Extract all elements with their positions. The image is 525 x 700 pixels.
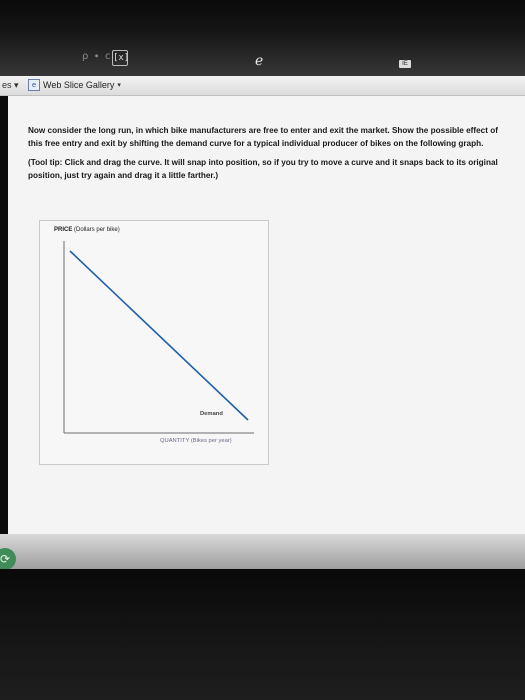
web-slice-gallery-link[interactable]: e Web Slice Gallery ▾ [28, 79, 121, 91]
monitor-bezel [0, 569, 525, 700]
browser-status-area [0, 534, 525, 569]
edge-icon: ℯ [255, 53, 264, 69]
graph-panel: PRICE (Dollars per bike) Demand QUANTITY… [39, 220, 269, 465]
instructions-text: Now consider the long run, in which bike… [28, 126, 498, 148]
x-axis-label: QUANTITY (Bikes per year) [160, 438, 232, 444]
chevron-down-icon[interactable]: ▾ [117, 81, 121, 89]
demand-label: Demand [200, 411, 223, 417]
favorites-bar: es ▾ e Web Slice Gallery ▾ [0, 76, 525, 96]
window-controls[interactable]: ρ ∙ c [82, 51, 111, 62]
web-slice-gallery-label: Web Slice Gallery [43, 80, 115, 90]
browser-titlebar: ρ ∙ c [x] ℯ IE [0, 0, 525, 80]
x-axis-unit: (Bikes per year) [190, 438, 232, 444]
favorites-overflow[interactable]: es ▾ [2, 80, 19, 91]
tool-tip-text: (Tool tip: Click and drag the curve. It … [28, 158, 498, 180]
y-axis-unit: (Dollars per bike) [74, 227, 120, 233]
x-axis-title: QUANTITY [160, 438, 190, 444]
web-slice-icon: e [28, 79, 40, 91]
y-axis-title: PRICE [54, 227, 73, 233]
demand-curve[interactable] [69, 250, 249, 421]
tab-icon[interactable]: IE [399, 60, 411, 68]
compatibility-view-icon[interactable]: [x] [112, 50, 129, 66]
graph-canvas [63, 241, 254, 434]
y-axis-label: PRICE (Dollars per bike) [54, 227, 120, 233]
page-content: Now consider the long run, in which bike… [8, 96, 525, 534]
question-instructions: Now consider the long run, in which bike… [28, 124, 498, 188]
